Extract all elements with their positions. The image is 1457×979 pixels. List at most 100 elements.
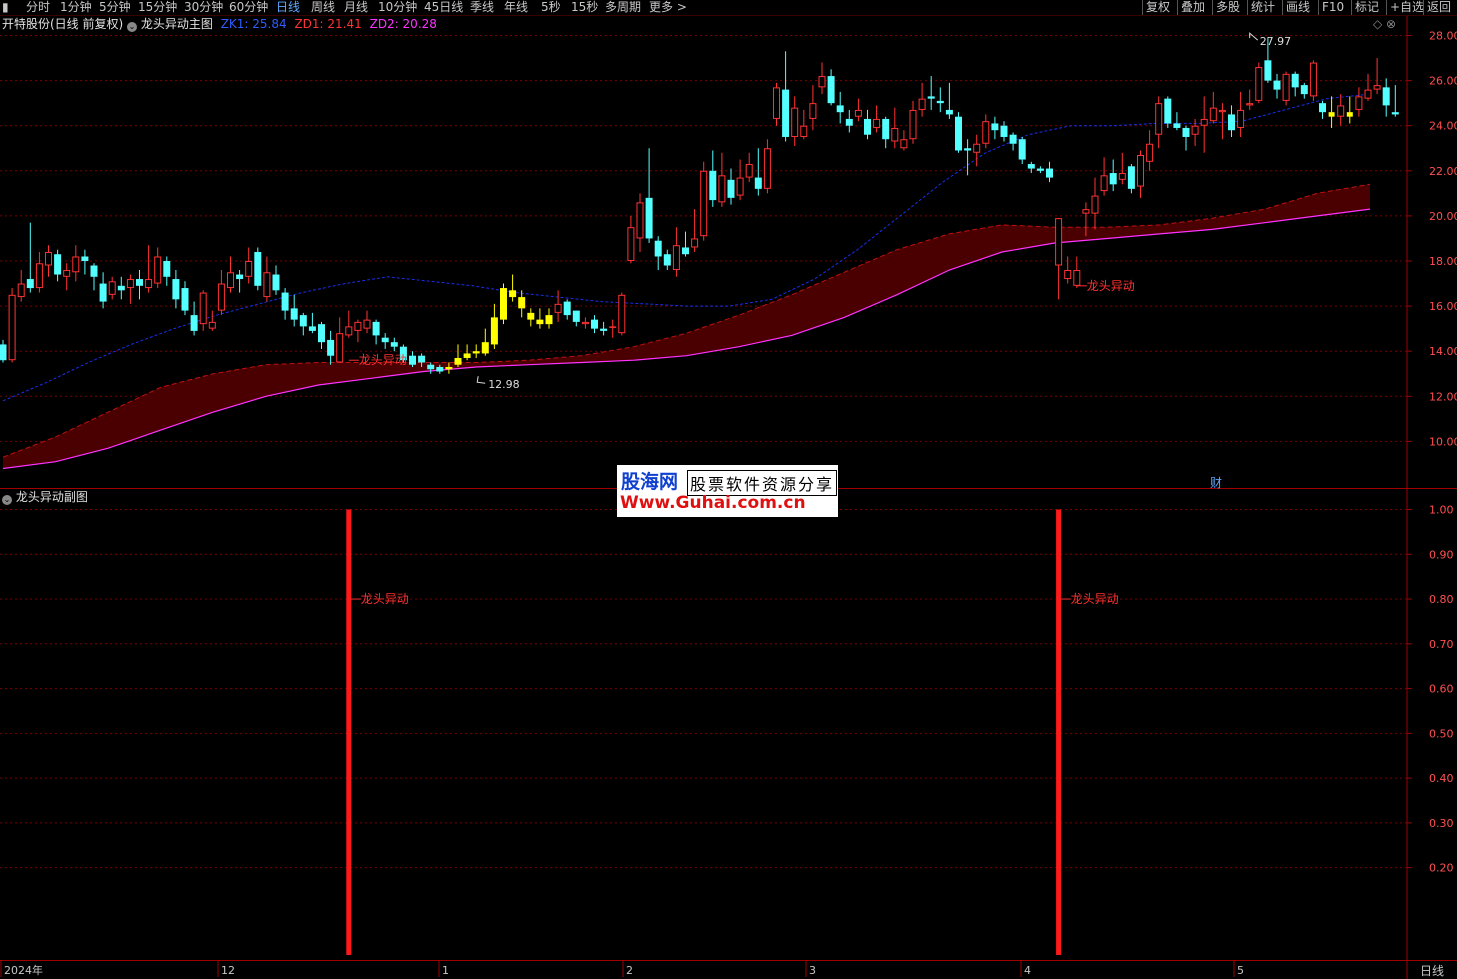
candle-body	[117, 285, 125, 291]
candle	[272, 265, 280, 295]
candle-body	[363, 319, 371, 329]
finance-marker[interactable]: 财	[1210, 474, 1222, 491]
x-axis-label: 4	[1024, 964, 1031, 977]
candle	[672, 227, 680, 277]
candle-body	[181, 288, 189, 311]
candle-body	[327, 339, 335, 356]
candle	[72, 245, 80, 282]
candle-body	[827, 76, 835, 104]
candle	[1300, 82, 1308, 99]
candle	[682, 231, 689, 257]
candle-body	[1309, 62, 1317, 97]
candle	[1328, 96, 1335, 128]
candle	[263, 256, 271, 302]
candle-body	[1218, 109, 1226, 113]
candle	[290, 294, 298, 327]
x-axis-label: 5	[1237, 964, 1244, 977]
candle-body	[345, 326, 353, 336]
stock-label[interactable]: 开特股份(日线 前复权)	[2, 17, 123, 31]
candle-body	[318, 324, 325, 343]
sub-y-tick-label: 0.50	[1429, 727, 1454, 740]
watermark-site: 股海网	[621, 471, 679, 493]
candle-body	[409, 355, 416, 365]
high-marker	[1249, 32, 1259, 41]
zd2-value: ZD2: 20.28	[369, 17, 437, 31]
candle	[1355, 87, 1363, 117]
sub-indicator-dropdown-icon[interactable]: ⌄	[2, 495, 12, 505]
candle	[345, 310, 353, 338]
main-y-tick-label: 22.00	[1429, 165, 1457, 178]
candle	[982, 114, 990, 149]
candle	[1209, 91, 1217, 124]
candle	[627, 215, 635, 264]
main-y-tick-label: 18.00	[1429, 255, 1457, 268]
candle	[99, 272, 107, 309]
candle-body	[281, 292, 289, 311]
band-fill	[3, 184, 1370, 469]
candle	[126, 274, 134, 304]
candle-body	[208, 321, 216, 329]
candle-body	[445, 366, 453, 370]
candle	[1282, 71, 1290, 106]
candle	[190, 301, 198, 336]
candle	[1191, 118, 1199, 146]
candle	[136, 270, 143, 300]
candle	[654, 236, 662, 271]
candle	[54, 249, 62, 282]
candle	[927, 76, 935, 110]
candle	[1146, 130, 1154, 171]
candle-body	[1146, 143, 1154, 162]
candle	[1173, 112, 1181, 131]
candle-body	[145, 279, 153, 289]
candle-body	[217, 283, 225, 311]
candle-body	[1228, 114, 1235, 131]
candle-body	[1164, 98, 1172, 124]
candle-body	[1282, 73, 1290, 101]
candle-body	[809, 103, 817, 119]
candle-body	[54, 254, 62, 275]
candle-body	[991, 123, 999, 131]
candle-body	[672, 245, 680, 271]
main-signal-label: 龙头异动	[1087, 279, 1135, 293]
candle-body	[1328, 112, 1335, 117]
candle-body	[1036, 168, 1044, 171]
candle	[245, 247, 253, 284]
candle	[645, 148, 653, 243]
candle-body	[891, 127, 899, 142]
candle-body	[1373, 85, 1381, 90]
candle	[836, 91, 844, 124]
candle	[545, 308, 553, 329]
main-indicator-name[interactable]: 龙头异动主图	[141, 17, 213, 31]
candle-body	[336, 333, 344, 363]
candle	[527, 308, 535, 327]
high-annotation: 27.97	[1260, 35, 1292, 48]
candle-body	[1237, 109, 1245, 128]
candle-body	[763, 148, 771, 189]
candle-body	[454, 357, 462, 365]
candle	[199, 290, 207, 331]
candle	[727, 168, 735, 205]
x-axis-label: 12	[221, 964, 235, 977]
candle	[63, 263, 71, 291]
candle-body	[882, 118, 890, 140]
candle-body	[509, 290, 517, 298]
candle-body	[782, 89, 790, 137]
candle-body	[854, 109, 862, 117]
candle	[845, 109, 853, 133]
candle	[809, 85, 817, 131]
candle	[663, 249, 671, 271]
candle-body	[1364, 89, 1372, 99]
indicator-dropdown-icon[interactable]: ⌄	[127, 22, 138, 32]
candle-body	[1027, 164, 1035, 169]
candle	[609, 319, 617, 338]
candle-body	[955, 116, 962, 151]
candle-body	[1109, 173, 1117, 185]
candle	[172, 270, 180, 309]
sub-indicator-name[interactable]: 龙头异动副图	[16, 490, 88, 504]
candle	[882, 116, 890, 149]
candle	[490, 303, 498, 349]
candle	[308, 312, 316, 334]
candle-body	[481, 342, 489, 354]
candle-body	[936, 100, 944, 104]
panel-control-icons[interactable]: ◇ ⊗	[1373, 17, 1396, 31]
